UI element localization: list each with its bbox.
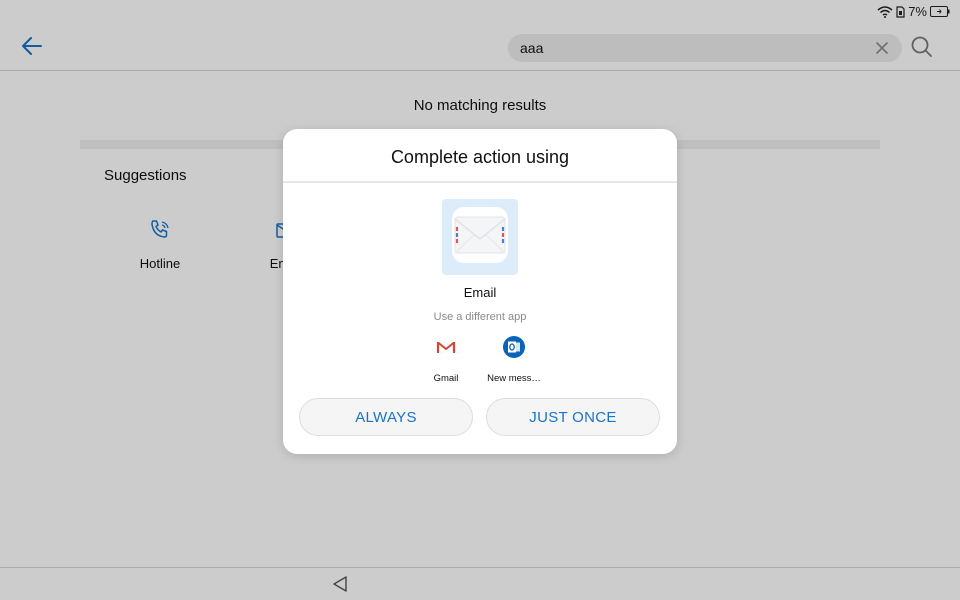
- alt-apps-label: Use a different app: [433, 311, 527, 323]
- gmail-icon: [411, 335, 481, 359]
- primary-app-label: Email: [463, 285, 497, 300]
- dialog-title: Complete action using: [390, 147, 570, 167]
- gmail-option[interactable]: Gmail: [411, 335, 481, 384]
- always-button[interactable]: ALWAYS: [299, 398, 473, 436]
- just-once-button[interactable]: JUST ONCE: [486, 398, 660, 436]
- screen: 7% aaa No matching results Suggestions H…: [0, 0, 960, 600]
- outlook-icon: [479, 335, 549, 359]
- gmail-label: Gmail: [433, 373, 459, 384]
- outlook-label: New mess…: [487, 373, 541, 384]
- dialog-divider: [283, 181, 677, 183]
- email-app-icon: [450, 205, 510, 270]
- outlook-option[interactable]: New mess…: [479, 335, 549, 384]
- app-chooser-dialog: Complete action using Email Use a differ…: [283, 129, 677, 454]
- email-app-option[interactable]: [442, 199, 518, 275]
